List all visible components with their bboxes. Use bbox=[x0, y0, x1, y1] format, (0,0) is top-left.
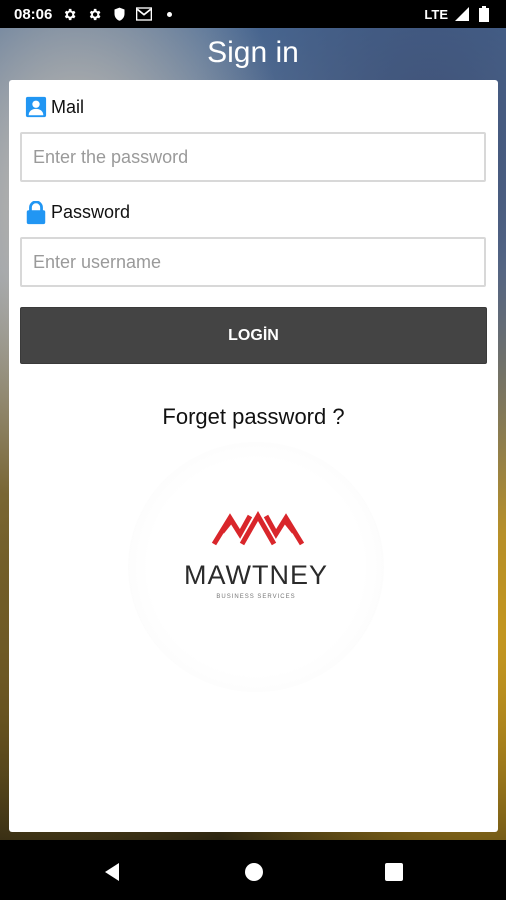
home-icon[interactable] bbox=[243, 861, 265, 883]
recents-icon[interactable] bbox=[383, 861, 405, 883]
shield-icon bbox=[111, 6, 127, 22]
logo-mark-icon bbox=[211, 510, 305, 546]
password-label: Password bbox=[51, 201, 131, 222]
login-card: Mail Password LOGİN Forget password ? MA… bbox=[9, 80, 498, 832]
contact-card-icon bbox=[25, 96, 47, 118]
lock-icon bbox=[25, 201, 47, 225]
status-time: 08:06 bbox=[14, 5, 53, 23]
logo-name: MAWTNEY bbox=[184, 560, 328, 590]
settings-icon bbox=[61, 6, 77, 22]
mail-label: Mail bbox=[51, 96, 85, 117]
password-input[interactable] bbox=[20, 237, 486, 287]
forget-password-link[interactable]: Forget password ? bbox=[9, 404, 498, 430]
mail-input[interactable] bbox=[20, 132, 486, 182]
battery-icon bbox=[476, 6, 492, 22]
network-type: LTE bbox=[424, 6, 448, 22]
company-logo: MAWTNEY BUSINESS SERVICES bbox=[128, 442, 384, 692]
gmail-icon bbox=[136, 6, 153, 22]
password-label-row: Password bbox=[25, 201, 131, 225]
login-button[interactable]: LOGİN bbox=[20, 307, 487, 364]
navigation-bar bbox=[0, 842, 506, 900]
page-title: Sign in bbox=[207, 36, 299, 69]
status-bar: 08:06 LTE bbox=[0, 0, 506, 28]
signal-icon bbox=[454, 6, 470, 22]
mail-label-row: Mail bbox=[25, 96, 84, 118]
logo-tagline: BUSINESS SERVICES bbox=[216, 594, 296, 600]
back-icon[interactable] bbox=[101, 861, 123, 883]
dot-icon bbox=[161, 6, 177, 22]
settings-icon bbox=[86, 6, 102, 22]
